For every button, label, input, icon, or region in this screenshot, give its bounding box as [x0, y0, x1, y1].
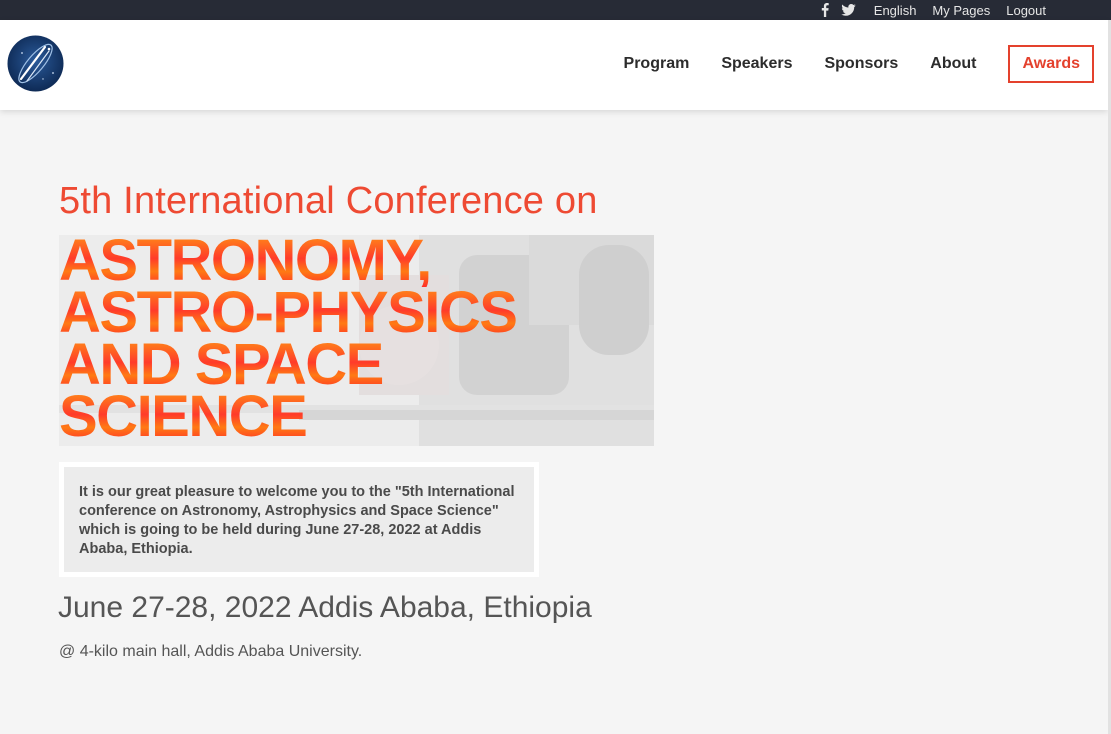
nav-sponsors[interactable]: Sponsors — [824, 55, 898, 73]
nav-about[interactable]: About — [930, 55, 976, 73]
hero-subtitle: 5th International Conference on — [59, 180, 598, 222]
social-links — [821, 3, 856, 17]
top-utility-bar: English My Pages Logout — [0, 0, 1111, 20]
event-venue: @ 4-kilo main hall, Addis Ababa Universi… — [59, 643, 363, 660]
facebook-icon[interactable] — [821, 3, 829, 17]
nav-speakers[interactable]: Speakers — [721, 55, 792, 73]
twitter-icon[interactable] — [841, 4, 856, 16]
banner-title: ASTRONOMY, ASTRO-PHYSICS AND SPACE SCIEN… — [59, 235, 654, 446]
nav-program[interactable]: Program — [624, 55, 690, 73]
top-utility-links: English My Pages Logout — [821, 0, 1046, 20]
event-date-location: June 27-28, 2022 Addis Ababa, Ethiopia — [58, 591, 592, 624]
main-header: Program Speakers Sponsors About Awards — [0, 20, 1108, 110]
nav-awards-button[interactable]: Awards — [1008, 45, 1094, 83]
main-nav: Program Speakers Sponsors About Awards — [592, 45, 1094, 83]
hero-banner: ASTRONOMY, ASTRO-PHYSICS AND SPACE SCIEN… — [59, 235, 654, 446]
welcome-text: It is our great pleasure to welcome you … — [79, 484, 515, 557]
welcome-message-box: It is our great pleasure to welcome you … — [59, 462, 539, 577]
language-selector[interactable]: English — [874, 3, 917, 18]
banner-line-4: SCIENCE — [59, 388, 654, 446]
logout-link[interactable]: Logout — [1006, 3, 1046, 18]
conference-logo-icon[interactable] — [7, 35, 64, 92]
my-pages-link[interactable]: My Pages — [932, 3, 990, 18]
